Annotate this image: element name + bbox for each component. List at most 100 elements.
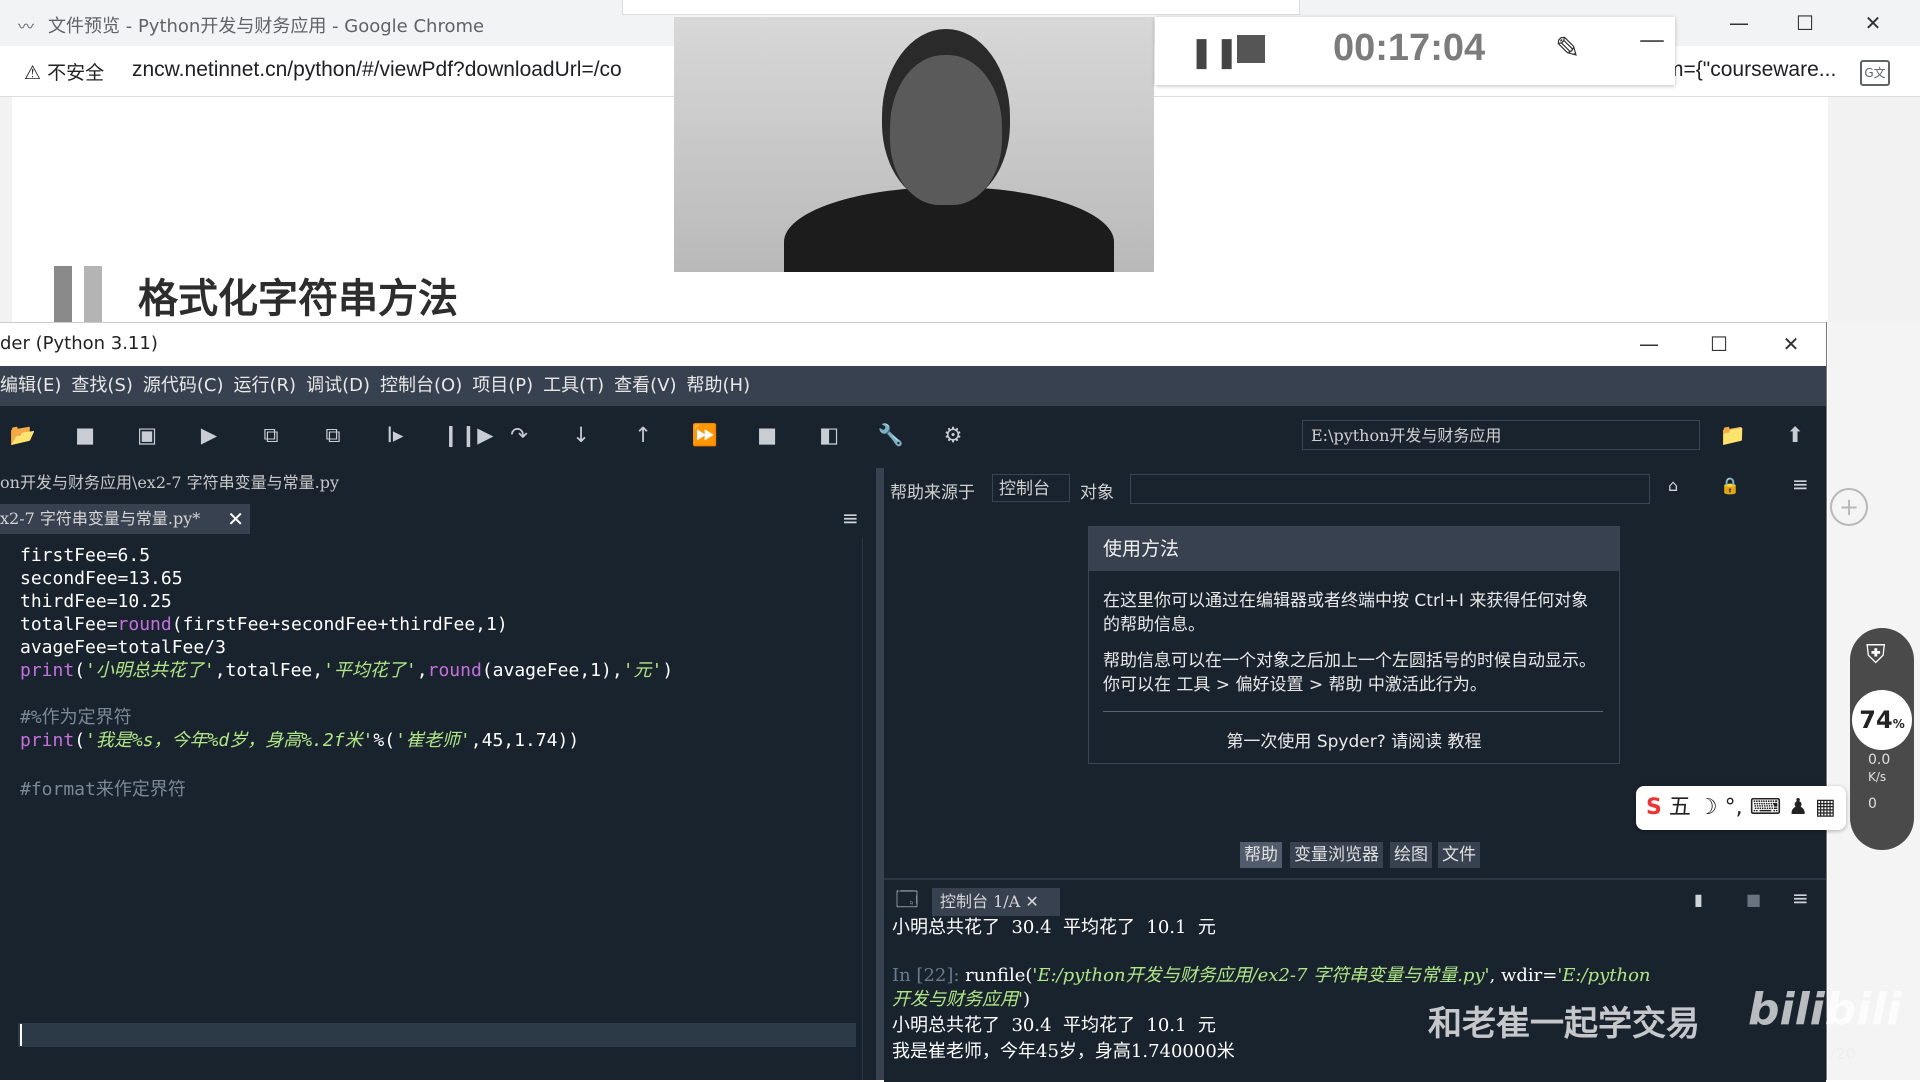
menu-edit[interactable]: 编辑(E) [0,366,61,406]
code-line: secondFee=13.65 [20,568,183,589]
menu-source[interactable]: 源代码(C) [143,366,224,406]
security-warning[interactable]: ⚠ 不安全 [24,58,104,85]
close-icon[interactable]: ✕ [1858,8,1888,38]
speed-unit: K/s [1868,770,1887,784]
maximize-pane-icon[interactable]: ◧ [814,420,844,450]
editor-file-path: on开发与财务应用\ex2-7 字符串变量与常量.py [0,468,876,499]
menu-help[interactable]: 帮助(H) [687,366,751,406]
code-comment: #format来作定界符 [20,779,186,800]
debug-icon[interactable]: ❙❙▶ [442,420,493,450]
current-line-highlight [18,1023,856,1047]
url-text[interactable]: zncw.netinnet.cn/python/#/viewPdf?downlo… [132,58,622,82]
run-selection-icon[interactable]: Ι▸ [380,420,410,450]
help-usage-card: 使用方法 在这里你可以通过在编辑器或者终端中按 Ctrl+I 来获得任何对象的帮… [1088,526,1620,764]
menu-debug[interactable]: 调试(D) [306,366,370,406]
close-icon[interactable]: ✕ [1776,329,1806,359]
working-directory-field[interactable]: E:\python开发与财务应用 [1302,420,1700,450]
save-icon[interactable]: ■ [70,420,100,450]
continue-icon[interactable]: ⏩ [690,420,720,450]
pause-icon[interactable]: ❚❚ [1189,35,1239,70]
stop-console-icon[interactable]: ■ [1746,890,1761,909]
run-cell-icon[interactable]: ⧉ [256,420,286,450]
pane-splitter[interactable] [876,468,884,1080]
code-line: totalFee=round(firstFee+secondFee+thirdF… [20,614,508,635]
wave-icon: 〰 [18,17,35,36]
minimize-icon[interactable]: — [1634,329,1664,359]
console-output: 小明总共花了 30.4 平均花了 10.1 元 [892,917,1216,938]
recorder-top-strip [622,0,1300,15]
close-tab-icon[interactable]: ✕ [227,504,244,534]
zoom-in-icon[interactable]: + [1830,488,1868,526]
hamburger-menu-icon[interactable]: ≡ [842,506,859,530]
editor-tab-label: x2-7 字符串变量与常量.py* [0,509,201,528]
spyder-window: der (Python 3.11) — ☐ ✕ 编辑(E) 查找(S) 源代码(C)… [0,322,1827,1082]
tab-files[interactable]: 文件 [1438,842,1480,868]
help-pane-tabs: 帮助 变量浏览器 绘图 文件 [888,842,1826,868]
help-paragraph: 在这里你可以通过在编辑器或者终端中按 Ctrl+I 来获得任何对象的帮助信息。 [1103,591,1589,635]
download-speed: 0 [1868,796,1877,812]
menu-bar: 编辑(E) 查找(S) 源代码(C) 运行(R) 调试(D) 控制台(O) 项目(P) 工具(… [0,366,1826,406]
text-cursor [20,1024,22,1046]
help-paragraph: 帮助信息可以在一个对象之后加上一个左圆括号的时候自动显示。你可以在 工具 > 偏… [1103,651,1596,695]
maximize-icon[interactable]: ☐ [1790,8,1820,38]
console-tab[interactable]: 控制台 1/A ✕ [932,888,1060,916]
stop-icon[interactable] [1237,35,1265,63]
stop-debug-icon[interactable]: ■ [752,420,782,450]
url-tail[interactable]: m={"courseware... [1666,58,1836,82]
menu-tools[interactable]: 工具(T) [543,366,604,406]
menu-find[interactable]: 查找(S) [71,366,132,406]
ime-toolbar[interactable]: S 五 ☽ °, ⌨ ♟ ▦ [1636,786,1846,830]
step-into-icon[interactable]: ↓ [566,420,596,450]
code-comment: #%作为定界符 [20,707,132,728]
console-input-line: 开发与财务应用') [892,989,1030,1010]
editor-tab[interactable]: x2-7 字符串变量与常量.py* ✕ [0,504,250,534]
help-toolbar: 帮助来源于 控制台 对象 ⌂ 🔒 ≡ [884,468,1826,508]
step-over-icon[interactable]: ↷ [504,420,534,450]
screen-recorder-bar: ❚❚ 00:17:04 ✎ — [1155,17,1675,85]
code-editor[interactable]: firstFee=6.5 secondFee=13.65 thirdFee=10… [0,538,862,1080]
tab-plots[interactable]: 绘图 [1390,842,1432,868]
home-icon[interactable]: ⌂ [1668,476,1678,495]
editor-scrollbar[interactable] [862,538,877,1080]
console-tabbar: 🗔 控制台 1/A ✕ ▮ ■ ≡ [884,880,1826,920]
close-tab-icon[interactable]: ✕ [1025,892,1038,911]
pen-icon[interactable]: ✎ [1555,31,1580,66]
spyder-title: der (Python 3.11) [0,333,158,354]
parent-directory-icon[interactable]: ⬆ [1780,420,1810,450]
menu-console[interactable]: 控制台(O) [380,366,462,406]
spyder-titlebar: der (Python 3.11) — ☐ ✕ [0,322,1826,367]
open-folder-icon[interactable]: 📂 [8,420,38,450]
run-icon[interactable]: ▶ [194,420,224,450]
clear-console-icon[interactable]: ▮ [1694,890,1703,909]
heading-decoration [54,266,72,322]
tutorial-link[interactable]: 第一次使用 Spyder? 请阅读 教程 [1089,727,1619,752]
minimize-icon[interactable]: — [1724,8,1754,38]
browse-folder-icon[interactable]: 📁 [1718,420,1748,450]
window-title: 文件预览 - Python开发与财务应用 - Google Chrome [48,16,485,37]
help-source-select[interactable]: 控制台 [992,474,1070,502]
security-score: 74% [1852,690,1912,750]
code-line: thirdFee=10.25 [20,591,172,612]
help-object-label: 对象 [1080,483,1114,503]
run-cell-advance-icon[interactable]: ⧉ [318,420,348,450]
menu-view[interactable]: 查看(V) [614,366,676,406]
translate-icon[interactable]: G文 [1860,60,1890,86]
menu-project[interactable]: 项目(P) [472,366,533,406]
preferences-icon[interactable]: 🔧 [876,420,906,450]
step-return-icon[interactable]: ↑ [628,420,658,450]
hamburger-menu-icon[interactable]: ≡ [1792,472,1809,496]
tab-variable-explorer[interactable]: 变量浏览器 [1290,842,1383,868]
lock-icon[interactable]: 🔒 [1720,476,1740,495]
tab-help[interactable]: 帮助 [1240,842,1282,868]
save-all-icon[interactable]: ▣ [132,420,162,450]
ipython-console[interactable]: 🗔 控制台 1/A ✕ ▮ ■ ≡ 小明总共花了 30.4 平均花了 10.1 … [884,878,1826,1082]
menu-run[interactable]: 运行(R) [234,366,297,406]
editor-gutter [0,538,12,1080]
maximize-icon[interactable]: ☐ [1704,329,1734,359]
new-console-icon[interactable]: 🗔 [892,884,922,914]
python-path-icon[interactable]: ⚙ [938,420,968,450]
help-object-input[interactable] [1130,474,1650,504]
hamburger-menu-icon[interactable]: ≡ [1792,886,1809,910]
minimize-icon[interactable]: — [1639,25,1665,55]
console-output: 我是崔老师，今年45岁，身高1.740000米 [892,1041,1235,1062]
